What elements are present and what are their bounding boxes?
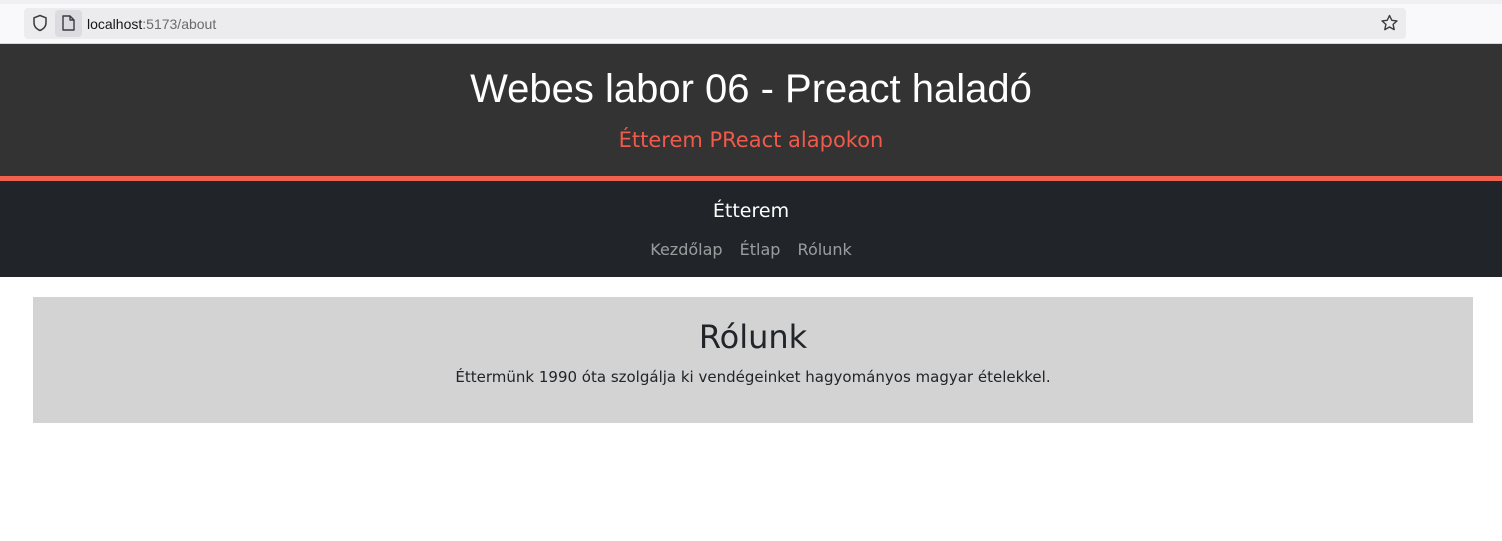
navbar-brand[interactable]: Étterem [0, 199, 1502, 223]
main-navbar: Étterem Kezdőlap Étlap Rólunk [0, 181, 1502, 277]
nav-link-menu[interactable]: Étlap [740, 240, 781, 260]
about-heading: Rólunk [698, 318, 808, 356]
about-description: Éttermünk 1990 óta szolgálja ki vendégei… [455, 368, 1051, 386]
about-panel: Rólunk Éttermünk 1990 óta szolgálja ki v… [33, 297, 1473, 423]
url-field[interactable]: localhost:5173/about [87, 15, 216, 33]
url-path: :5173/about [142, 16, 217, 32]
page-icon [62, 15, 75, 31]
bookmark-star-icon[interactable] [1380, 14, 1399, 32]
url-host: localhost [87, 16, 143, 32]
browser-toolbar: localhost:5173/about [0, 0, 1502, 44]
shield-icon[interactable] [31, 14, 49, 32]
nav-links: Kezdőlap Étlap Rólunk [0, 240, 1502, 260]
site-title: Webes labor 06 - Preact haladó [470, 67, 1032, 111]
tab-strip-edge [0, 0, 1502, 4]
nav-link-about[interactable]: Rólunk [798, 240, 852, 260]
site-header: Webes labor 06 - Preact haladó Étterem P… [0, 44, 1502, 176]
site-subtitle: Étterem PReact alapokon [618, 128, 884, 152]
address-bar[interactable] [24, 8, 1406, 39]
nav-link-home[interactable]: Kezdőlap [650, 240, 722, 260]
